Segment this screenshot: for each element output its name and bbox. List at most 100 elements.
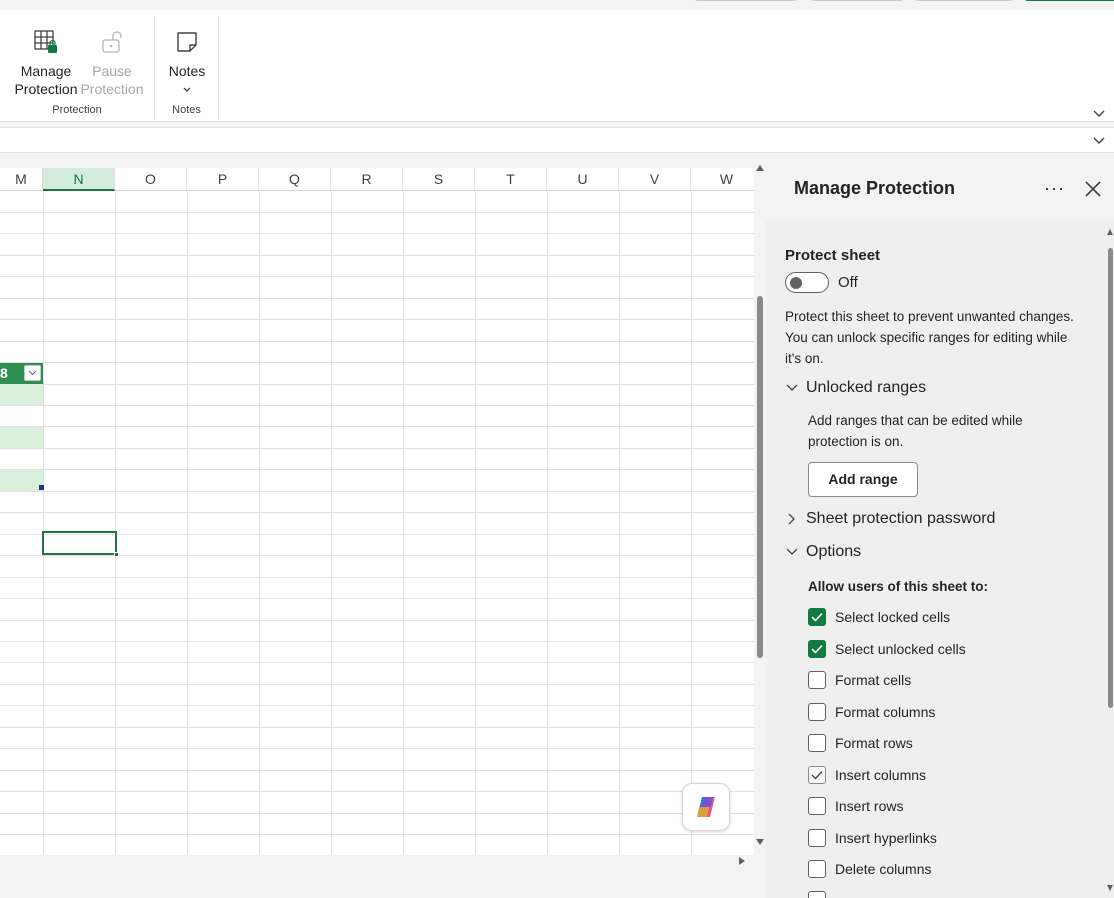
checkbox-checked[interactable] [808,640,826,658]
cell-area[interactable] [0,191,754,855]
vertical-scroll-thumb[interactable] [757,296,763,658]
unlocked-ranges-header[interactable]: Unlocked ranges [786,378,926,398]
filter-dropdown-icon[interactable] [24,365,41,381]
option-select-locked-cells[interactable]: Select locked cells [808,607,950,627]
option-label: Insert rows [835,798,904,814]
add-range-button[interactable]: Add range [808,462,918,497]
manage-protection-icon [14,26,78,58]
copilot-button[interactable] [682,783,730,831]
scroll-up-icon [1107,229,1113,235]
toggle-knob [790,277,802,289]
checkbox-checked[interactable] [808,766,826,784]
top-button[interactable] [914,0,1014,1]
close-icon[interactable] [1084,180,1102,203]
formula-bar[interactable] [0,127,1114,153]
grid-row-line [0,641,754,642]
scroll-down-icon [1107,885,1113,891]
pane-scrollbar[interactable] [1106,220,1114,898]
pane-body: Protect sheet Off Protect this sheet to … [766,220,1114,898]
option-select-unlocked-cells[interactable]: Select unlocked cells [808,639,966,659]
notes-button[interactable]: Notes [155,26,219,94]
column-header-v[interactable]: V [619,168,691,191]
table-header-cell[interactable]: 8 [0,363,43,384]
formula-bar-expand-icon[interactable] [1092,133,1106,151]
option-label: Delete columns [835,861,932,877]
checkbox-unchecked[interactable] [808,671,826,689]
manage-protection-label-1: Manage [20,63,72,79]
column-header-row: M N O P Q R S T U V W [0,168,754,191]
chevron-down-icon [786,548,798,555]
fill-handle[interactable] [114,552,119,557]
manage-protection-button[interactable]: Manage Protection [14,26,78,98]
active-cell[interactable] [42,531,119,557]
options-header[interactable]: Options [786,542,861,562]
grid-row-line [0,813,754,814]
grid-row-line [0,791,754,792]
option-format-columns[interactable]: Format columns [808,702,935,722]
option-format-rows[interactable]: Format rows [808,733,913,753]
table-band-row[interactable] [0,384,43,405]
grid-row-line [0,577,754,578]
column-header-p[interactable]: P [187,168,259,191]
column-header-t[interactable]: T [475,168,547,191]
grid-row-line [0,298,754,299]
grid-row-line [0,212,754,213]
column-header-n[interactable]: N [43,168,115,191]
pane-scroll-thumb[interactable] [1108,248,1113,708]
pane-header: Manage Protection ··· [766,160,1114,220]
column-header-s[interactable]: S [403,168,475,191]
pause-protection-button[interactable]: Pause Protection [80,26,144,98]
horizontal-scrollbar[interactable] [0,855,754,867]
top-button[interactable] [810,0,904,1]
grid-row-line [0,448,754,449]
column-header-w[interactable]: W [691,168,754,191]
ribbon-expand-icon[interactable] [1092,106,1106,124]
checkbox-unchecked[interactable] [808,797,826,815]
checkbox-unchecked[interactable] [808,703,826,721]
top-button[interactable] [694,0,798,1]
option-label: Select locked cells [835,609,951,625]
scroll-down-icon [756,839,764,845]
protection-group-label: Protection [52,104,102,116]
checkbox-checked[interactable] [808,608,826,626]
protect-sheet-toggle[interactable] [785,272,829,293]
grid-row-line [0,362,754,363]
grid-column-line [259,191,260,855]
grid-column-line [43,191,44,855]
unlocked-ranges-heading: Unlocked ranges [806,379,927,396]
grid-row-line [0,233,754,234]
checkbox-unchecked[interactable] [808,891,826,898]
grid-column-line [331,191,332,855]
vertical-scrollbar[interactable] [754,160,766,855]
copilot-icon [697,797,715,817]
table-band-row[interactable] [0,427,43,448]
option-insert-columns[interactable]: Insert columns [808,765,926,785]
spreadsheet-grid[interactable]: M N O P Q R S T U V W [0,168,754,855]
option-delete-columns[interactable]: Delete columns [808,859,932,879]
grid-column-line [403,191,404,855]
option-partial[interactable] [808,890,835,898]
scroll-right-icon [739,857,745,865]
checkbox-unchecked[interactable] [808,734,826,752]
table-resize-handle[interactable] [39,485,44,490]
column-header-u[interactable]: U [547,168,619,191]
column-header-q[interactable]: Q [259,168,331,191]
grid-column-line [115,191,116,855]
option-format-cells[interactable]: Format cells [808,670,911,690]
checkbox-unchecked[interactable] [808,829,826,847]
title-bar-strip [0,0,1114,10]
option-insert-hyperlinks[interactable]: Insert hyperlinks [808,828,937,848]
option-insert-rows[interactable]: Insert rows [808,796,903,816]
grid-row-line [0,491,754,492]
share-button[interactable] [1024,0,1114,1]
checkbox-unchecked[interactable] [808,860,826,878]
manage-protection-label-2: Protection [14,81,78,97]
column-header-m[interactable]: M [0,168,43,191]
column-header-r[interactable]: R [331,168,403,191]
option-label: Format rows [835,735,913,751]
sheet-protection-password-header[interactable]: Sheet protection password [786,509,995,529]
pane-title: Manage Protection [794,178,956,198]
column-header-o[interactable]: O [115,168,187,191]
more-options-icon[interactable]: ··· [1044,178,1065,199]
table-band-row[interactable] [0,470,43,491]
